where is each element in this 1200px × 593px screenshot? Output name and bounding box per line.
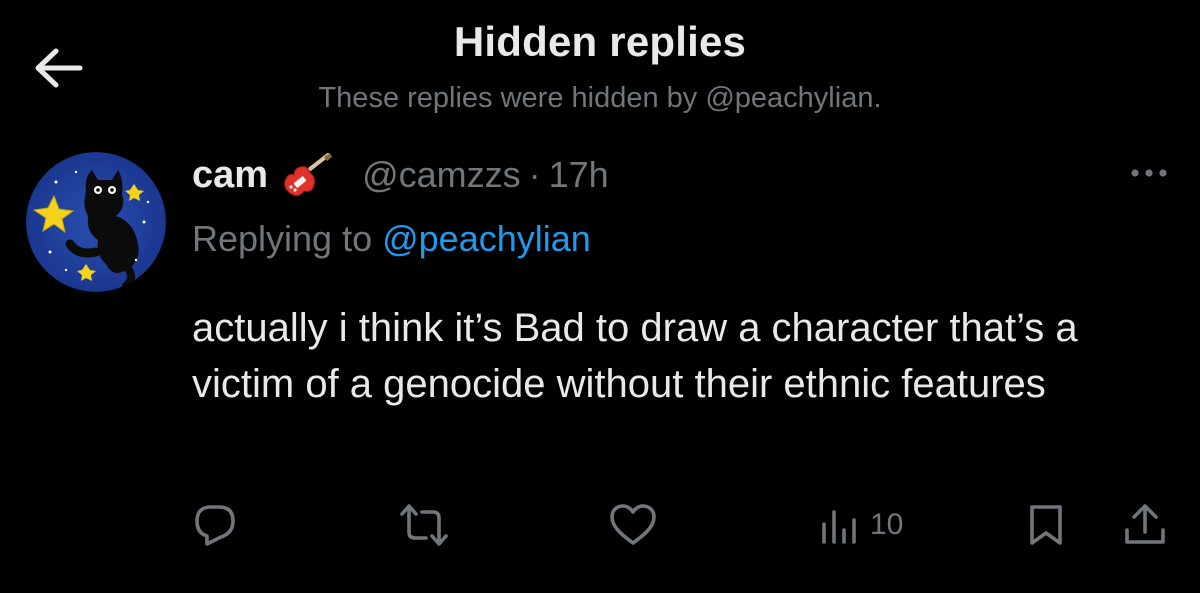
page-subtitle: These replies were hidden by @peachylian… bbox=[318, 82, 882, 114]
author-handle[interactable]: @camzzs bbox=[362, 154, 521, 196]
reply-button[interactable] bbox=[192, 495, 238, 555]
guitar-icon bbox=[280, 153, 333, 197]
bookmark-icon bbox=[1030, 505, 1062, 545]
tweet-timestamp[interactable]: 17h bbox=[549, 154, 609, 196]
views-count: 10 bbox=[870, 508, 904, 541]
replying-to: Replying to @peachylian bbox=[192, 218, 591, 260]
views-icon bbox=[822, 510, 856, 544]
avatar[interactable] bbox=[26, 152, 166, 292]
share-button[interactable] bbox=[1122, 495, 1168, 555]
tweet-header: cam @camzzs · 17h bbox=[192, 150, 609, 200]
bookmark-button[interactable] bbox=[1026, 495, 1066, 555]
tweet-actions: 10 bbox=[0, 495, 1200, 555]
share-icon bbox=[1125, 504, 1165, 544]
heart-icon bbox=[610, 504, 656, 545]
page-title: Hidden replies bbox=[453, 18, 747, 65]
tweet[interactable]: cam @camzzs · 17h Replying to @peachylia… bbox=[0, 140, 1200, 593]
more-icon bbox=[1131, 169, 1167, 177]
retweet-button[interactable] bbox=[398, 495, 450, 555]
tweet-text: actually i think it’s Bad to draw a char… bbox=[192, 306, 1078, 406]
views-button[interactable]: 10 bbox=[816, 495, 903, 555]
separator-dot: · bbox=[528, 154, 541, 195]
more-options-button[interactable] bbox=[1124, 158, 1174, 188]
author-name[interactable]: cam bbox=[192, 154, 268, 197]
replying-mention[interactable]: @peachylian bbox=[382, 218, 591, 259]
like-button[interactable] bbox=[608, 495, 658, 555]
reply-icon bbox=[195, 505, 235, 546]
header: Hidden replies These replies were hidden… bbox=[0, 0, 1200, 130]
retweet-icon bbox=[400, 504, 448, 546]
replying-prefix: Replying to bbox=[192, 218, 383, 259]
